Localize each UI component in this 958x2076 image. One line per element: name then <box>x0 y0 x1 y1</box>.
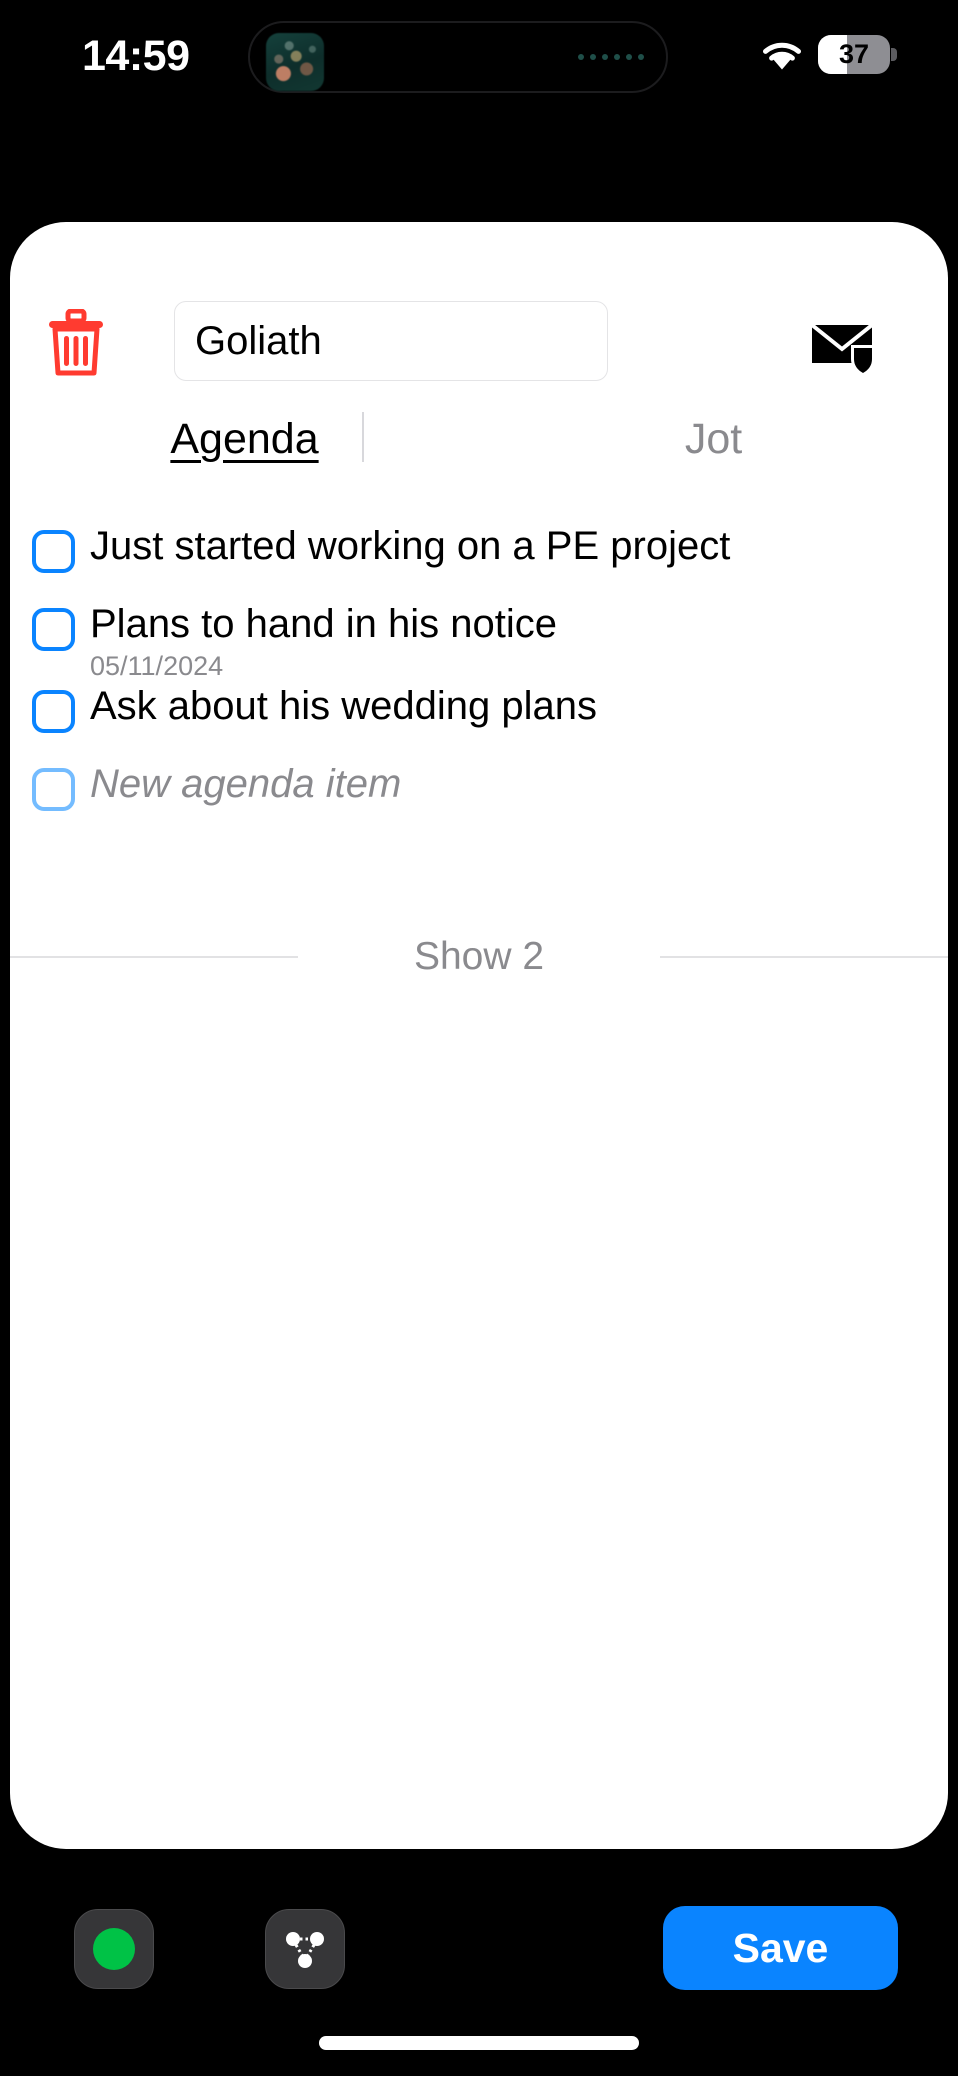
dynamic-island-audio-dots-icon <box>578 54 644 60</box>
status-bar: 14:59 37 <box>0 0 958 115</box>
battery-cap <box>891 48 897 61</box>
save-button[interactable]: Save <box>663 1906 898 1990</box>
section-tab-bar: Agenda Jot <box>10 402 948 476</box>
contact-name-input[interactable] <box>174 301 608 381</box>
agenda-item-checkbox[interactable] <box>32 608 75 651</box>
show-more-line-right <box>660 956 948 958</box>
dynamic-island[interactable] <box>248 21 668 93</box>
new-agenda-item-row[interactable]: New agenda item <box>10 760 948 838</box>
agenda-item-checkbox[interactable] <box>32 530 75 573</box>
agenda-item-title: Ask about his wedding plans <box>90 683 597 728</box>
bottom-toolbar: Save <box>0 1896 958 2006</box>
phone-screen: 14:59 37 Goliath Agenda Jot Just started… <box>0 0 958 2076</box>
agenda-item-title: Plans to hand in his notice <box>90 602 557 646</box>
agenda-item-row[interactable]: Just started working on a PE project <box>10 522 948 600</box>
agenda-item-row[interactable]: Ask about his wedding plans <box>10 682 948 760</box>
record-dot-icon <box>93 1928 135 1970</box>
status-bar-clock: 14:59 <box>82 32 190 80</box>
agenda-list: Just started working on a PE project Pla… <box>10 522 948 838</box>
tab-agenda[interactable]: Agenda <box>10 409 479 470</box>
show-more-line-left <box>10 956 298 958</box>
wifi-icon <box>763 42 801 70</box>
secure-mail-button[interactable] <box>806 307 878 379</box>
battery-percent-label: 37 <box>838 39 870 69</box>
show-more-label: Show 2 <box>413 935 545 978</box>
new-agenda-item-placeholder[interactable]: New agenda item <box>90 761 401 807</box>
share-button[interactable] <box>265 1909 345 1989</box>
tab-divider <box>362 412 364 462</box>
agenda-item-text: Just started working on a PE project <box>90 522 730 569</box>
agenda-item-text: Plans to hand in his notice 05/11/2024 <box>90 600 557 682</box>
dynamic-island-artwork-thumbnail[interactable] <box>266 33 324 91</box>
share-network-icon <box>286 1932 324 1968</box>
agenda-item-title: Just started working on a PE project <box>90 524 731 568</box>
mail-shield-icon <box>810 323 875 376</box>
home-indicator[interactable] <box>319 2036 639 2050</box>
agenda-item-checkbox[interactable] <box>32 689 75 733</box>
agenda-item-text: Ask about his wedding plans <box>90 682 597 729</box>
show-more-button[interactable]: Show 2 <box>10 927 948 987</box>
new-agenda-item-checkbox[interactable] <box>32 767 75 811</box>
card-header-row <box>10 301 948 385</box>
tab-jot[interactable]: Jot <box>479 409 948 470</box>
battery-indicator: 37 <box>818 35 897 74</box>
new-agenda-item-text: New agenda item <box>90 760 401 807</box>
record-button[interactable] <box>74 1909 154 1989</box>
trash-icon <box>49 308 103 376</box>
delete-button[interactable] <box>44 308 108 377</box>
contact-detail-card: Agenda Jot Just started working on a PE … <box>10 222 948 1849</box>
agenda-item-row[interactable]: Plans to hand in his notice 05/11/2024 <box>10 600 948 682</box>
agenda-item-date: 05/11/2024 <box>90 651 224 681</box>
